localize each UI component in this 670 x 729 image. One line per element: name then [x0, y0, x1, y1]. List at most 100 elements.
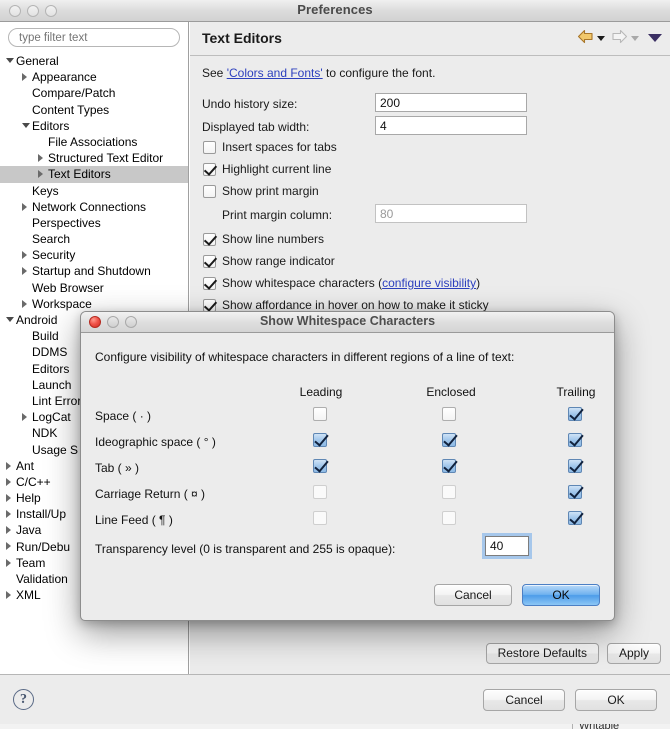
tree-twisty-collapsed-icon[interactable] [6, 505, 16, 521]
show-range-indicator-checkbox[interactable] [203, 254, 216, 268]
checkbox-row-print-margin[interactable]: Show print margin [203, 184, 319, 198]
window-title: Preferences [297, 2, 373, 17]
tree-twisty-collapsed-icon[interactable] [38, 165, 48, 181]
preferences-window: Preferences General AppearanceCompare/Pat… [0, 0, 670, 729]
page-content: See 'Colors and Fonts' to configure the … [190, 56, 670, 312]
dialog-cancel-button[interactable]: Cancel [434, 584, 512, 606]
tree-twisty-expanded-icon[interactable] [6, 52, 16, 68]
tree-twisty-collapsed-icon[interactable] [6, 473, 16, 489]
tree-item-label: Ant [16, 458, 35, 473]
print-margin-column-input[interactable] [375, 204, 527, 223]
tab-width-input[interactable] [375, 116, 527, 135]
tree-item-label: Web Browser [32, 280, 104, 295]
filter-input[interactable] [8, 28, 180, 47]
tree-item[interactable]: Startup and Shutdown [0, 263, 188, 279]
tree-item[interactable]: Content Types [0, 102, 188, 118]
status-divider [572, 724, 573, 729]
tree-item-label: Lint Error [32, 393, 82, 408]
tree-twisty-expanded-icon[interactable] [6, 311, 16, 327]
tree-twisty-collapsed-icon[interactable] [6, 489, 16, 505]
whitespace-checkbox-leading[interactable] [313, 459, 327, 473]
dialog-ok-button[interactable]: OK [522, 584, 600, 606]
checkbox-row-whitespace[interactable]: Show whitespace characters (configure vi… [203, 276, 480, 290]
tree-item[interactable]: Workspace [0, 296, 188, 312]
checkbox-row-insert-spaces[interactable]: Insert spaces for tabs [203, 140, 337, 154]
tree-item-label: Editors [32, 118, 70, 133]
whitespace-checkbox-enclosed[interactable] [442, 407, 456, 421]
tree-item[interactable]: File Associations [0, 134, 188, 150]
whitespace-checkbox-leading[interactable] [313, 433, 327, 447]
tree-twisty-collapsed-icon[interactable] [22, 295, 32, 311]
tree-item[interactable]: Web Browser [0, 280, 188, 296]
whitespace-label-text: Show whitespace characters [222, 276, 375, 290]
whitespace-checkbox-trailing[interactable] [568, 485, 582, 499]
checkbox-row-line-numbers[interactable]: Show line numbers [203, 232, 324, 246]
colors-and-fonts-link[interactable]: 'Colors and Fonts' [227, 66, 323, 80]
tree-twisty-collapsed-icon[interactable] [22, 246, 32, 262]
tree-twisty-collapsed-icon[interactable] [22, 68, 32, 84]
tree-twisty-collapsed-icon[interactable] [22, 198, 32, 214]
tree-item-label: Team [16, 555, 46, 570]
tree-item[interactable]: General [0, 53, 188, 69]
tree-item[interactable]: Appearance [0, 69, 188, 85]
tree-item[interactable]: Text Editors [0, 165, 188, 183]
tree-item-label: NDK [32, 426, 58, 441]
checkbox-row-highlight-line[interactable]: Highlight current line [203, 162, 331, 176]
tree-item[interactable]: Security [0, 247, 188, 263]
transparency-input[interactable] [485, 536, 529, 556]
tree-twisty-collapsed-icon[interactable] [6, 554, 16, 570]
see-suffix: to configure the font. [322, 66, 436, 80]
tree-item-label: Help [16, 491, 41, 506]
background-status-text: Writable [579, 724, 619, 729]
whitespace-checkbox-leading [313, 511, 327, 525]
back-arrow-icon[interactable] [577, 29, 594, 47]
whitespace-checkbox-enclosed[interactable] [442, 433, 456, 447]
tree-item-label: Android [16, 313, 58, 327]
show-range-indicator-label: Show range indicator [222, 254, 335, 268]
insert-spaces-checkbox[interactable] [203, 140, 216, 154]
whitespace-checkbox-trailing[interactable] [568, 407, 582, 421]
tree-twisty-expanded-icon[interactable] [22, 117, 32, 133]
tree-item[interactable]: Keys [0, 183, 188, 199]
show-print-margin-checkbox[interactable] [203, 184, 216, 198]
help-question-icon[interactable]: ? [13, 689, 34, 710]
window-ok-button[interactable]: OK [575, 689, 657, 711]
tree-twisty-collapsed-icon[interactable] [22, 262, 32, 278]
whitespace-checkbox-trailing[interactable] [568, 511, 582, 525]
tree-twisty-collapsed-icon[interactable] [6, 457, 16, 473]
whitespace-checkbox-trailing[interactable] [568, 433, 582, 447]
page-menu-chevron-down-icon[interactable] [648, 34, 662, 42]
restore-defaults-button[interactable]: Restore Defaults [485, 643, 599, 664]
undo-history-input[interactable] [375, 93, 527, 112]
tree-item-label: Appearance [32, 70, 97, 85]
checkbox-row-affordance[interactable]: Show affordance in hover on how to make … [203, 298, 489, 312]
tree-twisty-collapsed-icon[interactable] [6, 586, 16, 602]
tree-item[interactable]: Network Connections [0, 199, 188, 215]
background-status-strip: Writable [0, 724, 670, 729]
tree-item[interactable]: Perspectives [0, 215, 188, 231]
tree-item-label: Java [16, 523, 42, 538]
window-cancel-button[interactable]: Cancel [483, 689, 565, 711]
tree-item[interactable]: Structured Text Editor [0, 150, 188, 166]
whitespace-checkbox-leading[interactable] [313, 407, 327, 421]
apply-button[interactable]: Apply [606, 643, 661, 664]
show-affordance-checkbox[interactable] [203, 298, 216, 312]
highlight-current-line-checkbox[interactable] [203, 162, 216, 176]
tree-item-label: Text Editors [48, 167, 111, 182]
configure-visibility-link[interactable]: configure visibility [382, 276, 476, 290]
tree-item-label: Compare/Patch [32, 86, 116, 101]
whitespace-checkbox-enclosed[interactable] [442, 459, 456, 473]
tree-twisty-collapsed-icon[interactable] [6, 521, 16, 537]
tree-item-label: Structured Text Editor [48, 151, 164, 166]
show-line-numbers-checkbox[interactable] [203, 232, 216, 246]
show-whitespace-checkbox[interactable] [203, 276, 216, 290]
tree-twisty-collapsed-icon[interactable] [6, 538, 16, 554]
tree-item[interactable]: Search [0, 231, 188, 247]
tree-item[interactable]: Editors [0, 118, 188, 134]
tree-twisty-collapsed-icon[interactable] [22, 408, 32, 424]
tree-item[interactable]: Compare/Patch [0, 85, 188, 101]
checkbox-row-range-indicator[interactable]: Show range indicator [203, 254, 335, 268]
whitespace-checkbox-trailing[interactable] [568, 459, 582, 473]
tree-twisty-collapsed-icon[interactable] [38, 149, 48, 165]
back-dropdown-icon[interactable] [597, 35, 605, 41]
